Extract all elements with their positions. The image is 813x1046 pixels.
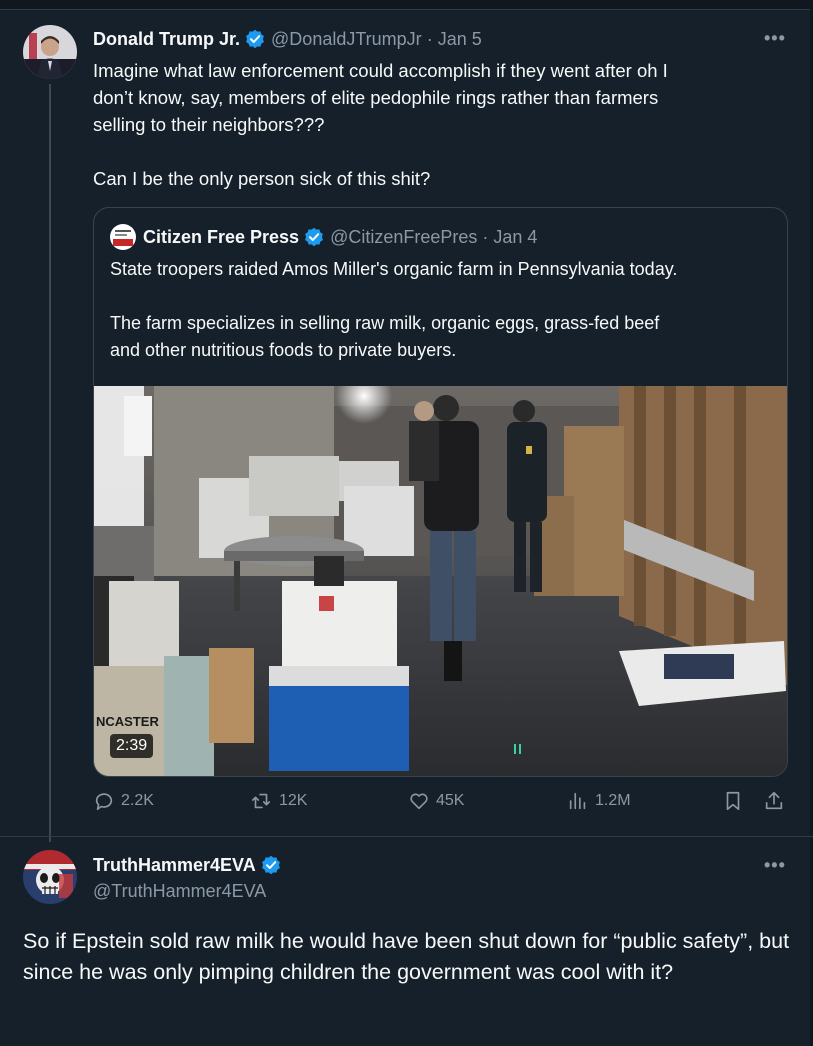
repost-count: 12K — [279, 792, 308, 809]
verified-badge-icon — [304, 227, 324, 247]
reply-header: TruthHammer4EVA — [93, 853, 281, 877]
reply-body: So if Epstein sold raw milk he would hav… — [23, 929, 790, 984]
quoted-tweet-card[interactable]: Citizen Free Press @CitizenFreePres · Ja… — [93, 207, 788, 777]
quoted-line: The farm specializes in selling raw milk… — [110, 313, 660, 333]
quoted-header: Citizen Free Press @CitizenFreePres · Ja… — [143, 226, 537, 248]
quoted-author-handle: @CitizenFreePres — [330, 226, 478, 247]
more-options-icon[interactable]: ••• — [764, 28, 786, 49]
quoted-line: and other nutritious foods to private bu… — [110, 340, 457, 360]
bookmark-icon — [726, 791, 740, 811]
video-duration-badge: 2:39 — [110, 734, 154, 758]
author-handle[interactable]: @DonaldJTrumpJr — [271, 29, 422, 50]
separator-dot: · — [426, 28, 433, 49]
share-button[interactable] — [763, 790, 791, 812]
bookmark-button[interactable] — [722, 790, 750, 812]
quoted-body: State troopers raided Amos Miller's orga… — [110, 256, 780, 364]
reply-button[interactable]: 2.2K — [93, 790, 154, 812]
more-options-icon[interactable]: ••• — [764, 855, 786, 876]
author-avatar[interactable] — [23, 25, 77, 79]
sign-text: NCASTER — [96, 714, 159, 729]
reply-author-avatar[interactable] — [23, 850, 77, 904]
views-icon — [569, 792, 586, 810]
author-name[interactable]: Donald Trump Jr. — [93, 29, 240, 50]
repost-icon — [251, 793, 271, 809]
tweet-line: don’t know, say, members of elite pedoph… — [93, 87, 659, 108]
tweet-body: Imagine what law enforcement could accom… — [93, 57, 793, 192]
quoted-date: Jan 4 — [493, 226, 538, 247]
action-bar: 2.2K 12K 45K 1.2M — [93, 790, 793, 824]
like-button[interactable]: 45K — [408, 790, 464, 812]
tweet-header: Donald Trump Jr. @DonaldJTrumpJr · Jan 5 — [93, 27, 482, 51]
views-button[interactable]: 1.2M — [567, 790, 631, 812]
tweet-divider — [0, 836, 813, 837]
separator-dot: · — [482, 226, 489, 247]
share-icon — [765, 791, 783, 810]
verified-badge-icon — [245, 29, 265, 49]
tweet-line: Can I be the only person sick of this sh… — [93, 168, 431, 189]
quoted-line: State troopers raided Amos Miller's orga… — [110, 259, 678, 279]
like-count: 45K — [436, 792, 465, 809]
reply-icon — [95, 793, 113, 811]
heart-icon — [410, 793, 428, 810]
video-frame: NCASTER — [94, 386, 787, 776]
top-edge — [0, 0, 813, 10]
quoted-author-avatar — [110, 224, 136, 250]
reply-count: 2.2K — [121, 792, 154, 809]
tweet-line: Imagine what law enforcement could accom… — [93, 60, 668, 81]
video-player[interactable]: NCASTER 2:39 — [94, 386, 787, 776]
repost-button[interactable]: 12K — [249, 790, 307, 812]
tweet-line: selling to their neighbors??? — [93, 114, 325, 135]
view-count: 1.2M — [595, 792, 631, 809]
reply-author-handle[interactable]: @TruthHammer4EVA — [93, 881, 266, 902]
thread-connector-line — [49, 84, 51, 842]
reply-handle-row: @TruthHammer4EVA — [93, 880, 266, 902]
verified-badge-icon — [261, 855, 281, 875]
reply-author-name[interactable]: TruthHammer4EVA — [93, 855, 256, 876]
tweet-date[interactable]: Jan 5 — [438, 29, 482, 50]
quoted-author-name: Citizen Free Press — [143, 226, 300, 247]
